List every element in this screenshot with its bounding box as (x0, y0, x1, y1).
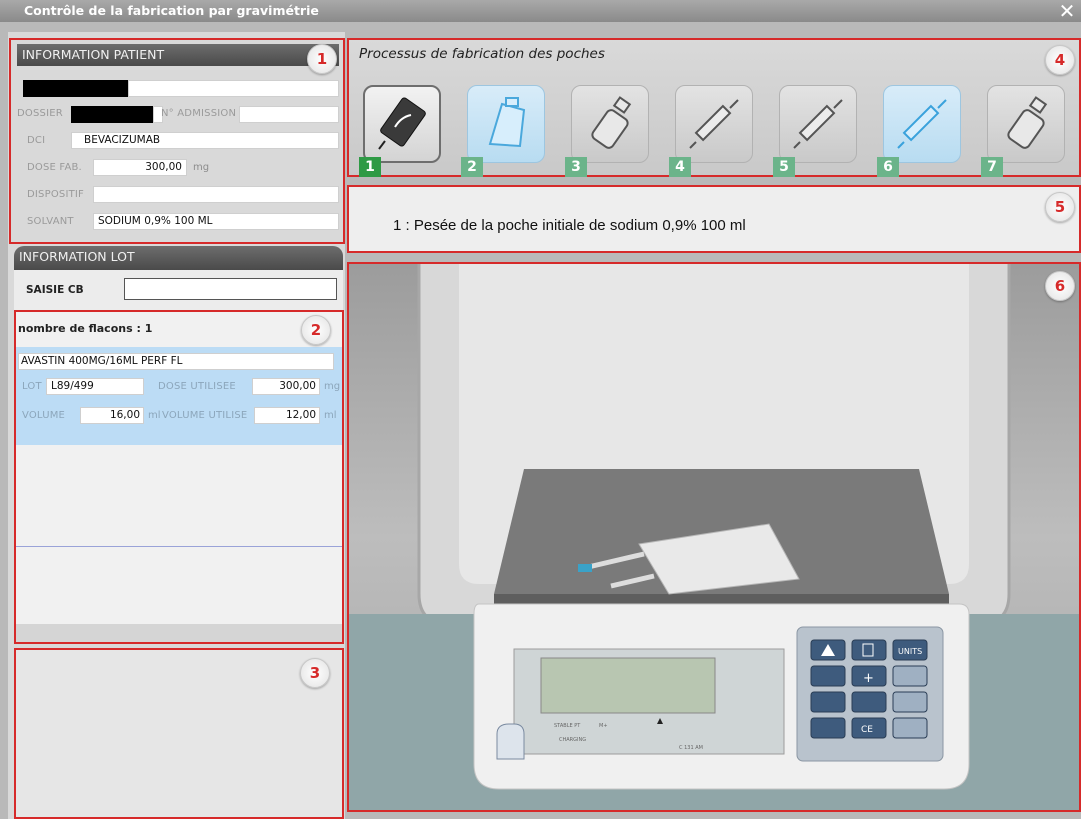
dose-utilisee-field[interactable]: 300,00 (252, 378, 320, 395)
dose-utilisee-label: DOSE UTILISEE (158, 381, 236, 392)
lot-field[interactable]: L89/499 (46, 378, 144, 395)
step-7-number: 7 (981, 157, 1003, 177)
badge-3: 3 (300, 658, 330, 688)
process-title: Processus de fabrication des poches (359, 46, 605, 62)
solvant-label: SOLVANT (27, 216, 74, 227)
step-4-button[interactable] (675, 85, 753, 163)
scale-label-m: M+ (599, 723, 608, 729)
solvant-field[interactable]: SODIUM 0,9% 100 ML (93, 213, 339, 230)
saisie-row: SAISIE CB (14, 270, 343, 310)
dci-field[interactable]: BEVACIZUMAB (71, 132, 339, 149)
volume-utilise-label: VOLUME UTILISE (162, 410, 248, 421)
scale-label-time: C 131 AM (679, 745, 703, 751)
bag-icon (488, 97, 526, 148)
admission-label: N° ADMISSION (161, 108, 237, 119)
volume-utilise-unit: ml (324, 410, 337, 421)
dispositif-label: DISPOSITIF (27, 189, 85, 200)
plus-key: + (863, 671, 874, 686)
patient-header-label: INFORMATION PATIENT (22, 47, 165, 62)
syringe-icon (689, 99, 739, 149)
main-frame: INFORMATION PATIENT DOSSIER N° ADMISSION… (0, 22, 1081, 819)
step-1-number: 1 (359, 157, 381, 177)
step-6-number: 6 (877, 157, 899, 177)
vial-icon (1007, 96, 1048, 149)
syringe-icon (793, 99, 843, 149)
patient-name-field[interactable] (128, 80, 339, 97)
scale-image: STABLE PT M+ CHARGING C 131 AM UNITS + C… (349, 264, 1079, 810)
vial-name-field[interactable]: AVASTIN 400MG/16ML PERF FL (18, 353, 334, 370)
dose-unit: mg (193, 162, 210, 173)
volume-label: VOLUME (22, 410, 66, 421)
step-7-button[interactable] (987, 85, 1065, 163)
scale-section: STABLE PT M+ CHARGING C 131 AM UNITS + C… (347, 262, 1081, 812)
instruction-section: 1 : Pesée de la poche initiale de sodium… (347, 185, 1081, 253)
window-title: Contrôle de la fabrication par gravimétr… (24, 3, 319, 18)
vial-section: nombre de flacons : 1 AVASTIN 400MG/16ML… (14, 310, 344, 644)
dossier-redacted (71, 106, 153, 123)
scale-label-stable: STABLE PT (554, 723, 581, 729)
step-4-number: 4 (669, 157, 691, 177)
vial-icon (591, 96, 632, 149)
section-3: 3 (14, 648, 344, 819)
patient-header: INFORMATION PATIENT (17, 44, 339, 66)
volume-unit: ml (148, 410, 161, 421)
list-divider (16, 546, 342, 547)
units-key: UNITS (898, 647, 922, 656)
step-2-button[interactable] (467, 85, 545, 163)
patient-name-redacted (23, 80, 128, 97)
syringe-icon (897, 99, 947, 149)
ce-key: CE (861, 725, 873, 735)
dci-label: DCI (27, 135, 46, 146)
vial-item[interactable]: AVASTIN 400MG/16ML PERF FL LOT L89/499 D… (16, 347, 342, 445)
lot-header: INFORMATION LOT (14, 246, 343, 270)
step-3-number: 3 (565, 157, 587, 177)
saisie-label: SAISIE CB (26, 284, 84, 296)
step-5-button[interactable] (779, 85, 857, 163)
patient-section: INFORMATION PATIENT DOSSIER N° ADMISSION… (9, 38, 345, 244)
dose-label: DOSE FAB. (27, 162, 82, 173)
badge-6: 6 (1045, 271, 1075, 301)
badge-2: 2 (301, 315, 331, 345)
nb-flacons: nombre de flacons : 1 (18, 322, 153, 335)
step-6-button[interactable] (883, 85, 961, 163)
dose-utilisee-unit: mg (324, 381, 341, 392)
instruction-text: 1 : Pesée de la poche initiale de sodium… (393, 217, 746, 234)
step-5-number: 5 (773, 157, 795, 177)
lot-label: LOT (22, 381, 42, 392)
step-2-number: 2 (461, 157, 483, 177)
scale-label-charging: CHARGING (559, 737, 586, 743)
close-icon[interactable]: ✕ (1057, 1, 1077, 21)
volume-field[interactable]: 16,00 (80, 407, 144, 424)
process-section: Processus de fabrication des poches 1 2 … (347, 38, 1081, 177)
step-3-button[interactable] (571, 85, 649, 163)
badge-4: 4 (1045, 45, 1075, 75)
admission-field[interactable] (239, 106, 339, 123)
lot-header-label: INFORMATION LOT (19, 249, 135, 264)
dispositif-field[interactable] (93, 186, 339, 203)
volume-utilise-field[interactable]: 12,00 (254, 407, 320, 424)
step-1-button[interactable] (363, 85, 441, 163)
title-bar: Contrôle de la fabrication par gravimétr… (0, 0, 1081, 22)
badge-5: 5 (1045, 192, 1075, 222)
iv-bag-icon (378, 97, 426, 150)
dossier-label: DOSSIER (17, 108, 63, 119)
badge-1: 1 (307, 44, 337, 74)
dose-field[interactable]: 300,00 (93, 159, 187, 176)
barcode-input[interactable] (124, 278, 337, 300)
list-footer (16, 624, 342, 642)
